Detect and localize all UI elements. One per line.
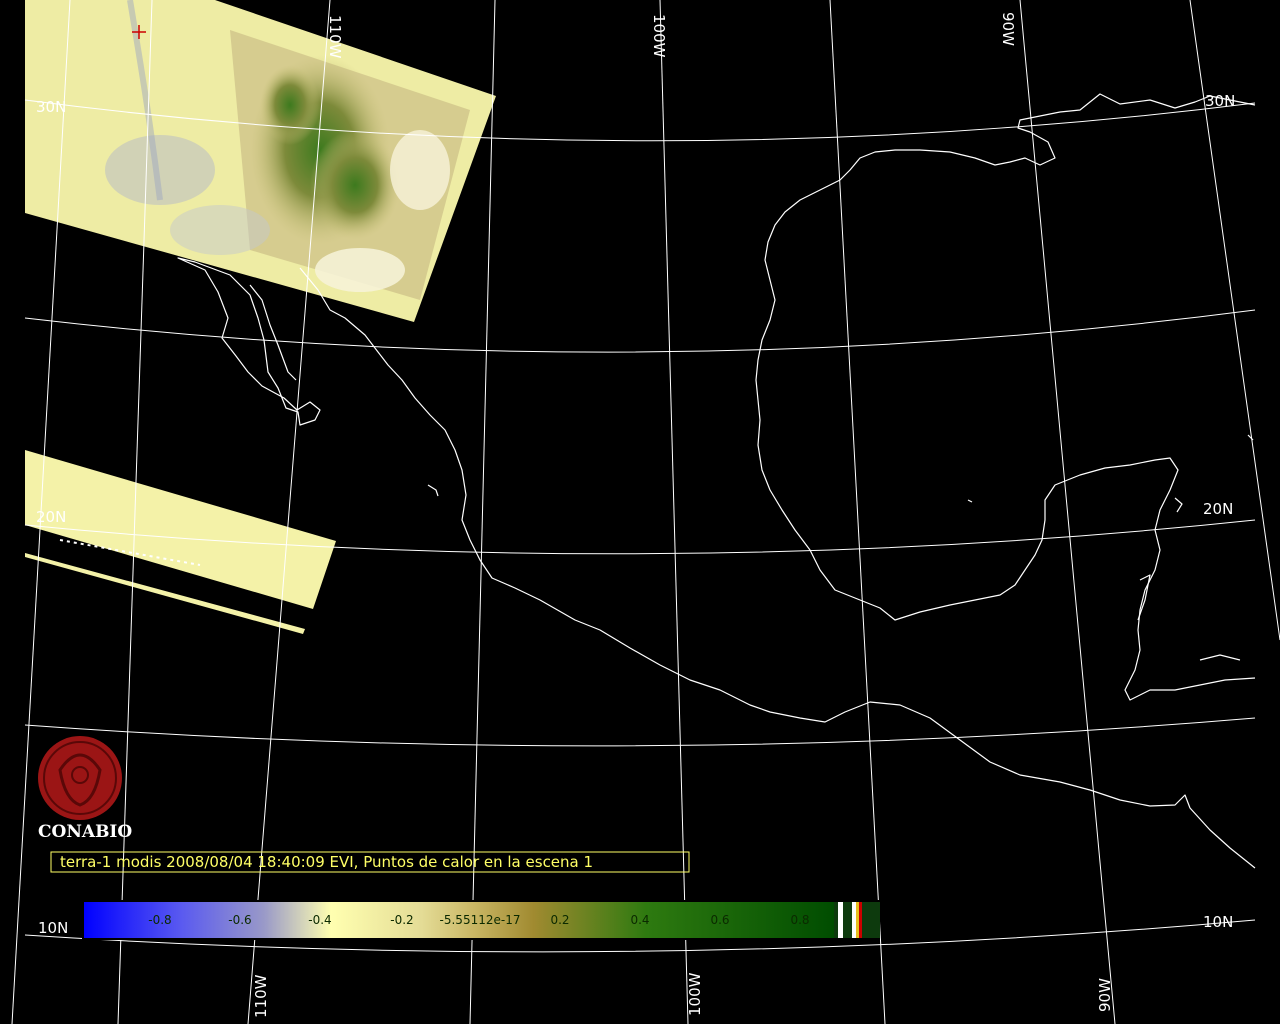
lon-label-100w-bottom: 100W bbox=[686, 972, 704, 1016]
lon-label-110w-top: 110W bbox=[326, 15, 344, 59]
modis-swath-south bbox=[25, 450, 336, 634]
lat-label-20n-left: 20N bbox=[36, 508, 66, 526]
legend-tick-label: 0.4 bbox=[630, 913, 649, 927]
evi-legend: -0.8 -0.6 -0.4 -0.2 -5.55112e-17 0.2 0.4 0.6 0.8 bbox=[82, 900, 880, 940]
lon-label-90w-top: 90W bbox=[999, 12, 1017, 46]
lon-label-110w-bottom: 110W bbox=[252, 974, 270, 1018]
legend-tick-label: 0.8 bbox=[790, 913, 809, 927]
modis-swath-north bbox=[25, 0, 496, 322]
legend-tick-label: 0.6 bbox=[710, 913, 729, 927]
legend-tick-label: -0.8 bbox=[148, 913, 171, 927]
legend-tick-label: -0.6 bbox=[228, 913, 251, 927]
conabio-logo: CONABIO bbox=[38, 736, 132, 842]
lat-label-30n-left: 30N bbox=[36, 98, 66, 116]
satellite-map: 30N 30N 20N 20N 10N 10N 110W 100W 90W 11… bbox=[11, 0, 1280, 1024]
legend-tick-label: 0.2 bbox=[550, 913, 569, 927]
conabio-wordmark: CONABIO bbox=[38, 822, 132, 842]
lat-label-10n-left: 10N bbox=[38, 919, 68, 937]
lat-label-20n-right: 20N bbox=[1203, 500, 1233, 518]
legend-tick-label: -0.4 bbox=[308, 913, 331, 927]
lon-label-90w-bottom: 90W bbox=[1096, 978, 1114, 1012]
lat-label-30n-right: 30N bbox=[1205, 92, 1235, 110]
lon-label-100w-top: 100W bbox=[650, 14, 668, 58]
conabio-emblem-icon bbox=[38, 736, 122, 820]
legend-tick-label: -0.2 bbox=[390, 913, 413, 927]
legend-tick-label: -5.55112e-17 bbox=[440, 913, 521, 927]
scene-caption-text: terra-1 modis 2008/08/04 18:40:09 EVI, P… bbox=[60, 853, 593, 871]
lat-label-10n-right: 10N bbox=[1203, 913, 1233, 931]
scene-caption: terra-1 modis 2008/08/04 18:40:09 EVI, P… bbox=[50, 851, 690, 873]
legend-tick-labels: -0.8 -0.6 -0.4 -0.2 -5.55112e-17 0.2 0.4 0.6 0.8 bbox=[148, 913, 809, 927]
